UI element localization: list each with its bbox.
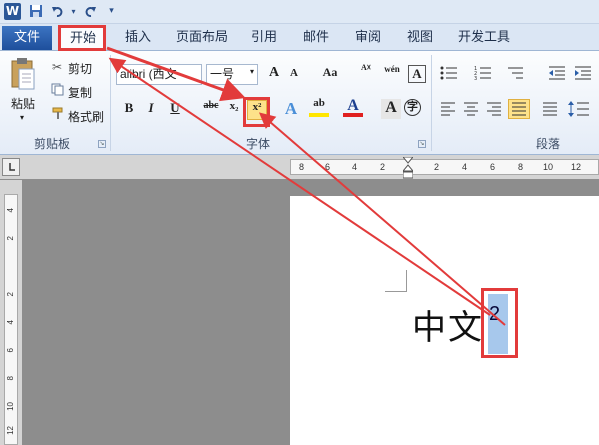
tab-file[interactable]: 文件	[2, 26, 52, 50]
font-color-button[interactable]: A	[343, 97, 363, 117]
align-left-icon[interactable]	[440, 101, 456, 117]
clipboard-group-label: 剪贴板	[33, 137, 70, 151]
italic-button[interactable]: I	[141, 100, 161, 120]
align-center-icon[interactable]	[463, 101, 479, 117]
underline-button[interactable]: U	[165, 100, 185, 120]
ruler-number: 8	[299, 162, 305, 172]
grow-font-button[interactable]: A	[264, 65, 284, 85]
copy-icon	[50, 83, 64, 97]
font-group-label: 字体	[245, 137, 270, 151]
quick-access-toolbar: W ▾ ▾	[0, 0, 599, 24]
subscript-button[interactable]: x₂	[224, 100, 244, 120]
line-spacing-icon[interactable]	[568, 100, 590, 118]
ruler-number: 6	[6, 348, 15, 353]
ruler-number: 2	[380, 162, 386, 172]
ruler-number: 2	[6, 236, 15, 241]
margin-corner-mark	[385, 270, 407, 292]
copy-button[interactable]: 复制	[68, 84, 92, 101]
save-icon[interactable]	[28, 4, 43, 19]
divider	[431, 55, 432, 151]
horizontal-ruler[interactable]: 8 6 4 2 2 4 6 8 10 12	[0, 155, 599, 179]
numbering-icon[interactable]: 123	[474, 65, 492, 82]
indent-marker-icon[interactable]	[401, 156, 415, 179]
ruler-number: 10	[6, 402, 15, 411]
undo-icon[interactable]	[50, 4, 65, 19]
decrease-indent-icon[interactable]	[548, 65, 566, 81]
ruler-number: 4	[6, 320, 15, 325]
enclose-char-button[interactable]: 字	[404, 99, 421, 116]
scissors-icon: ✂	[51, 60, 63, 74]
text-effect-button[interactable]: A	[281, 99, 301, 119]
divider	[110, 55, 111, 151]
tab-selector-icon[interactable]	[2, 158, 20, 176]
tab-view[interactable]: 视图	[402, 26, 438, 50]
tab-review[interactable]: 审阅	[350, 26, 386, 50]
format-painter-button[interactable]: 格式刷	[68, 108, 104, 125]
font-name-select[interactable]: alibri (西文	[116, 64, 202, 85]
ruler-number: 6	[325, 162, 331, 172]
font-size-dropdown-icon[interactable]: ▾	[250, 67, 254, 76]
ruler-number: 10	[543, 162, 554, 172]
change-case-button[interactable]: Aa	[316, 65, 344, 85]
ruler-number: 4	[462, 162, 468, 172]
customize-icon[interactable]: ▾	[104, 4, 119, 19]
distributed-icon[interactable]	[542, 101, 558, 117]
char-border-button[interactable]: A	[408, 65, 426, 83]
tab-developer[interactable]: 开发工具	[452, 26, 516, 50]
justify-icon[interactable]	[508, 99, 530, 119]
highlight-button[interactable]: ab	[309, 97, 329, 117]
undo-dropdown-icon[interactable]: ▾	[66, 4, 81, 19]
strikethrough-button[interactable]: abc	[200, 100, 222, 120]
tab-mailings[interactable]: 邮件	[298, 26, 334, 50]
tab-page-layout[interactable]: 页面布局	[170, 26, 234, 50]
cut-button[interactable]: 剪切	[68, 60, 92, 77]
redo-icon[interactable]	[82, 4, 97, 19]
ruler-number: 12	[6, 426, 15, 435]
align-right-icon[interactable]	[486, 101, 502, 117]
font-launcher-icon[interactable]: ↘	[418, 140, 426, 148]
ruler-number: 8	[518, 162, 524, 172]
ruler-number: 8	[6, 376, 15, 381]
tab-references[interactable]: 引用	[246, 26, 282, 50]
paste-icon[interactable]	[10, 57, 36, 91]
annotation-box-home-tab	[58, 25, 106, 51]
paste-dropdown-icon[interactable]: ▾	[20, 113, 24, 122]
ruler-number: 12	[571, 162, 582, 172]
tab-insert[interactable]: 插入	[118, 26, 158, 50]
paragraph-group-label: 段落	[535, 137, 560, 151]
phonetic-guide-button[interactable]: wén	[380, 63, 404, 83]
ribbon-home: 粘贴 ▾ ✂ 剪切 复制 格式刷 剪贴板 ↘ alibri (西文 一号 ▾ A…	[0, 51, 599, 155]
ruler-number: 2	[6, 292, 15, 297]
svg-text:3: 3	[474, 76, 477, 81]
multilevel-list-icon[interactable]	[506, 65, 524, 81]
clipboard-launcher-icon[interactable]: ↘	[98, 140, 106, 148]
format-painter-icon	[50, 107, 64, 121]
increase-indent-icon[interactable]	[574, 65, 592, 81]
ruler-number: 2	[434, 162, 440, 172]
shrink-font-button[interactable]: A	[284, 67, 304, 87]
paste-button[interactable]: 粘贴	[11, 95, 35, 112]
annotation-box-document-char	[481, 288, 518, 358]
ruler-number: 4	[6, 208, 15, 213]
document-text[interactable]: 中文	[412, 300, 484, 349]
ruler-number: 6	[490, 162, 496, 172]
word-logo-icon: W	[4, 3, 21, 20]
bold-button[interactable]: B	[119, 100, 139, 120]
annotation-box-superscript	[243, 97, 270, 127]
vertical-ruler[interactable]: 4 2 2 4 6 8 10 12	[0, 180, 22, 445]
char-shading-button[interactable]: A	[381, 99, 401, 119]
clear-format-icon[interactable]: A☓	[356, 63, 376, 83]
bullets-icon[interactable]	[440, 65, 458, 81]
ruler-number: 4	[352, 162, 358, 172]
